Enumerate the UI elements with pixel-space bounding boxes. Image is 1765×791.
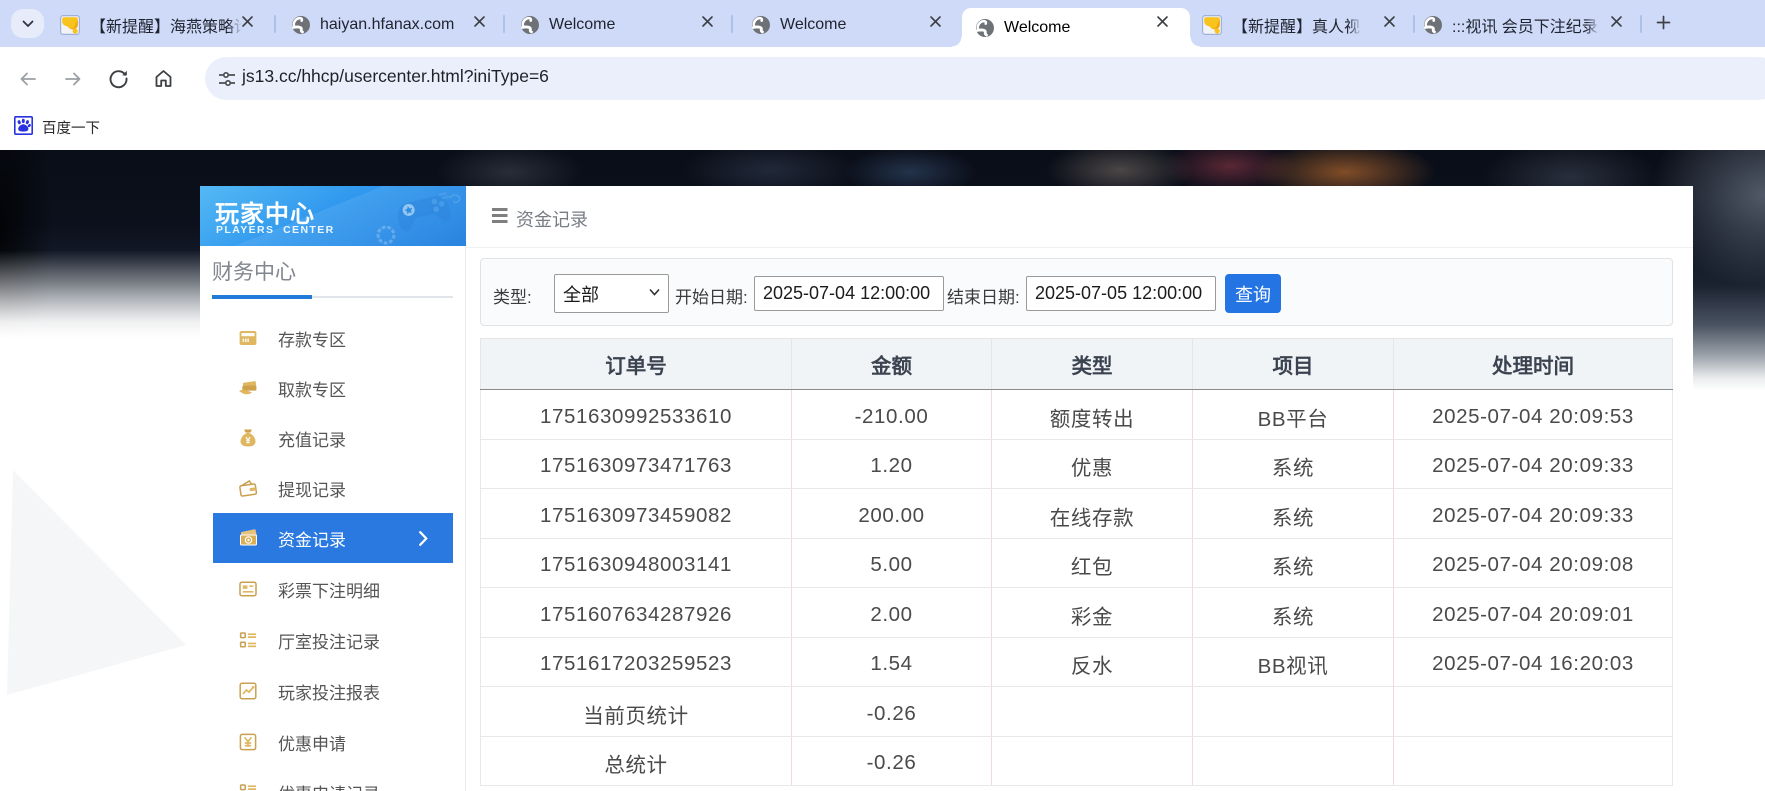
- svg-text:¥: ¥: [245, 436, 250, 446]
